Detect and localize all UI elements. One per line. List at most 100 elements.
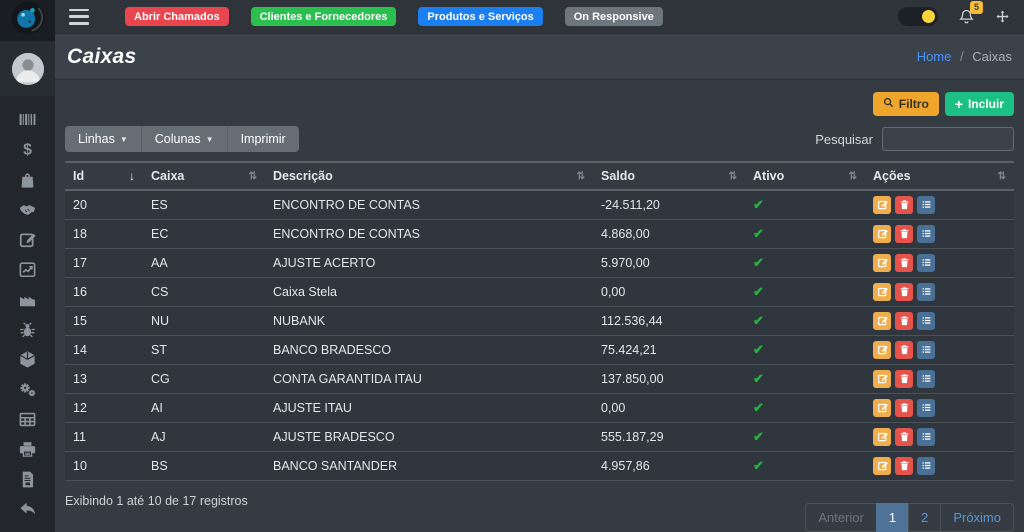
sidebar-item-industry[interactable] [17,292,39,311]
column-header-descricao[interactable]: Descrição⇅ [265,162,593,190]
edit-button[interactable] [873,457,891,475]
delete-button[interactable] [895,370,913,388]
list-icon [921,430,932,445]
sort-icon: ⇅ [577,171,585,182]
edit-button[interactable] [873,341,891,359]
notification-badge: 5 [970,1,983,14]
details-button[interactable] [917,254,935,272]
delete-button[interactable] [895,196,913,214]
sidebar-item-dollar-sign[interactable]: $ [17,142,39,161]
delete-button[interactable] [895,254,913,272]
edit-icon [877,198,888,213]
row-id: 14 [65,336,143,365]
theme-toggle[interactable] [898,7,938,26]
delete-button[interactable] [895,283,913,301]
edit-button[interactable] [873,312,891,330]
table-row: 13CGCONTA GARANTIDA ITAU137.850,00✔ [65,365,1014,394]
row-id: 13 [65,365,143,394]
edit-button[interactable] [873,370,891,388]
column-header-ativo[interactable]: Ativo⇅ [745,162,865,190]
expand-arrows-icon [995,9,1010,24]
delete-button[interactable] [895,399,913,417]
edit-button[interactable] [873,399,891,417]
app-logo[interactable] [0,0,55,41]
row-acoes [865,394,1014,423]
list-icon [921,401,932,416]
edit-icon [877,343,888,358]
details-button[interactable] [917,196,935,214]
quick-link-on-responsive[interactable]: On Responsive [565,7,663,26]
details-button[interactable] [917,457,935,475]
row-caixa: AI [143,394,265,423]
delete-button[interactable] [895,428,913,446]
sidebar-item-table[interactable] [17,412,39,431]
pagination-previous[interactable]: Anterior [805,503,877,532]
delete-button[interactable] [895,312,913,330]
file-invoice-icon [18,470,37,494]
sidebar-item-shopping-bag[interactable] [17,172,39,191]
search-input[interactable] [882,127,1014,151]
details-button[interactable] [917,312,935,330]
row-caixa: AJ [143,423,265,452]
row-saldo: 4.868,00 [593,220,745,249]
edit-button[interactable] [873,283,891,301]
row-id: 11 [65,423,143,452]
print-button[interactable]: Imprimir [228,126,299,152]
row-ativo: ✔ [745,336,865,365]
sidebar-item-cogs[interactable] [17,382,39,401]
quick-link-produtos-e-servicos[interactable]: Produtos e Serviços [418,7,542,26]
row-caixa: BS [143,452,265,481]
edit-button[interactable] [873,254,891,272]
cube-icon [18,350,37,374]
table-row: 18ECENCONTRO DE CONTAS4.868,00✔ [65,220,1014,249]
column-header-acoes[interactable]: Ações⇅ [865,162,1014,190]
row-ativo: ✔ [745,249,865,278]
menu-toggle-button[interactable] [69,9,89,25]
pagination-next[interactable]: Próximo [940,503,1014,532]
details-button[interactable] [917,399,935,417]
column-header-saldo[interactable]: Saldo⇅ [593,162,745,190]
sidebar-menu: $ [0,96,55,532]
quick-link-abrir-chamados[interactable]: Abrir Chamados [125,7,229,26]
row-ativo: ✔ [745,220,865,249]
row-ativo: ✔ [745,307,865,336]
sidebar-item-bug[interactable] [17,322,39,341]
table-row: 17AAAJUSTE ACERTO5.970,00✔ [65,249,1014,278]
columns-dropdown-button[interactable]: Colunas ▼ [142,126,228,152]
sidebar-item-print[interactable] [17,442,39,461]
delete-button[interactable] [895,457,913,475]
edit-button[interactable] [873,196,891,214]
pagination-page-2[interactable]: 2 [908,503,941,532]
details-button[interactable] [917,283,935,301]
sidebar-item-cube[interactable] [17,352,39,371]
edit-button[interactable] [873,225,891,243]
sidebar-item-chart-line[interactable] [17,262,39,281]
user-avatar[interactable] [12,53,44,85]
edit-button[interactable] [873,428,891,446]
details-button[interactable] [917,341,935,359]
trash-icon [899,401,910,416]
list-icon [921,372,932,387]
quick-link-clientes-e-fornecedores[interactable]: Clientes e Fornecedores [251,7,397,26]
delete-button[interactable] [895,341,913,359]
delete-button[interactable] [895,225,913,243]
column-header-id[interactable]: Id↓ [65,162,143,190]
rows-dropdown-button[interactable]: Linhas ▼ [65,126,142,152]
sidebar-item-file-invoice[interactable] [17,472,39,491]
pagination-page-1[interactable]: 1 [876,503,909,532]
sidebar-item-handshake[interactable] [17,202,39,221]
include-button[interactable]: + Incluir [945,92,1014,116]
details-button[interactable] [917,225,935,243]
list-icon [921,343,932,358]
details-button[interactable] [917,370,935,388]
sidebar-item-reply[interactable] [17,502,39,521]
filter-button[interactable]: Filtro [873,92,939,116]
fullscreen-button[interactable] [995,9,1010,24]
notifications-button[interactable]: 5 [958,8,975,25]
row-caixa: NU [143,307,265,336]
details-button[interactable] [917,428,935,446]
column-header-caixa[interactable]: Caixa⇅ [143,162,265,190]
sidebar-item-barcode[interactable] [17,112,39,131]
breadcrumb-home-link[interactable]: Home [917,49,952,64]
sidebar-item-edit[interactable] [17,232,39,251]
